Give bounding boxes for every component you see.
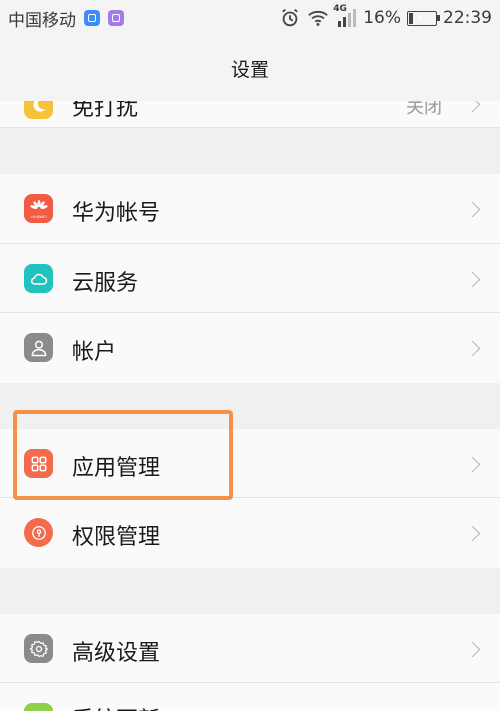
settings-item-label: 应用管理	[72, 456, 161, 481]
settings-item-label: 华为帐号	[72, 201, 161, 226]
settings-item-label: 高级设置	[72, 641, 161, 666]
huawei-logo-text: HUAWEI	[31, 214, 47, 219]
settings-item-advanced-settings[interactable]: 高级设置	[0, 614, 500, 683]
chevron-right-icon	[464, 101, 481, 113]
chevron-right-icon	[464, 525, 481, 542]
battery-percent: 16%	[363, 8, 401, 28]
settings-item-label: 权限管理	[72, 525, 161, 550]
settings-item-cloud-service[interactable]: 云服务	[0, 244, 500, 313]
section-gap	[0, 128, 500, 174]
settings-item-dnd[interactable]: 免打扰 关闭	[0, 101, 500, 128]
update-icon	[24, 703, 53, 711]
section-gap	[0, 568, 500, 614]
charging-bolt-icon: ⚡	[416, 10, 425, 25]
settings-item-permission-management[interactable]: 权限管理	[0, 498, 500, 568]
cell-signal-icon: 4G	[333, 4, 357, 29]
carrier-name: 中国移动	[8, 10, 76, 31]
chevron-right-icon	[464, 271, 481, 288]
alarm-icon	[282, 8, 299, 27]
settings-item-label: 免打扰	[72, 101, 139, 121]
settings-item-huawei-account[interactable]: HUAWEI 华为帐号	[0, 174, 500, 244]
signal-type-label: 4G	[333, 4, 347, 14]
battery-icon: ⚡	[407, 10, 440, 26]
chevron-right-icon	[464, 641, 481, 658]
settings-item-label: 系统更新	[72, 702, 160, 711]
moon-icon	[24, 101, 53, 119]
chevron-right-icon	[464, 456, 481, 473]
notification-blue-icon	[84, 10, 100, 26]
settings-item-label: 帐户	[72, 340, 117, 365]
clock: 22:39	[443, 8, 492, 28]
status-bar: 中国移动 4G 16% ⚡ 22:39	[0, 0, 500, 36]
section-gap	[0, 383, 500, 429]
battery-fill	[409, 12, 413, 24]
settings-item-account[interactable]: 帐户	[0, 313, 500, 383]
user-icon	[24, 333, 53, 362]
settings-item-value: 关闭	[406, 101, 442, 118]
settings-item-system-update[interactable]: 系统更新	[0, 683, 500, 711]
gear-icon	[24, 634, 53, 663]
page-title: 设置	[0, 36, 500, 101]
apps-grid-icon	[24, 449, 53, 478]
cloud-icon	[24, 264, 53, 293]
wifi-icon	[308, 10, 328, 26]
huawei-icon: HUAWEI	[24, 194, 53, 223]
chevron-right-icon	[464, 201, 481, 218]
notification-purple-icon	[108, 10, 124, 26]
settings-item-app-management[interactable]: 应用管理	[0, 429, 500, 498]
chevron-right-icon	[464, 340, 481, 357]
settings-item-label: 云服务	[72, 271, 139, 296]
lock-icon	[24, 518, 53, 547]
